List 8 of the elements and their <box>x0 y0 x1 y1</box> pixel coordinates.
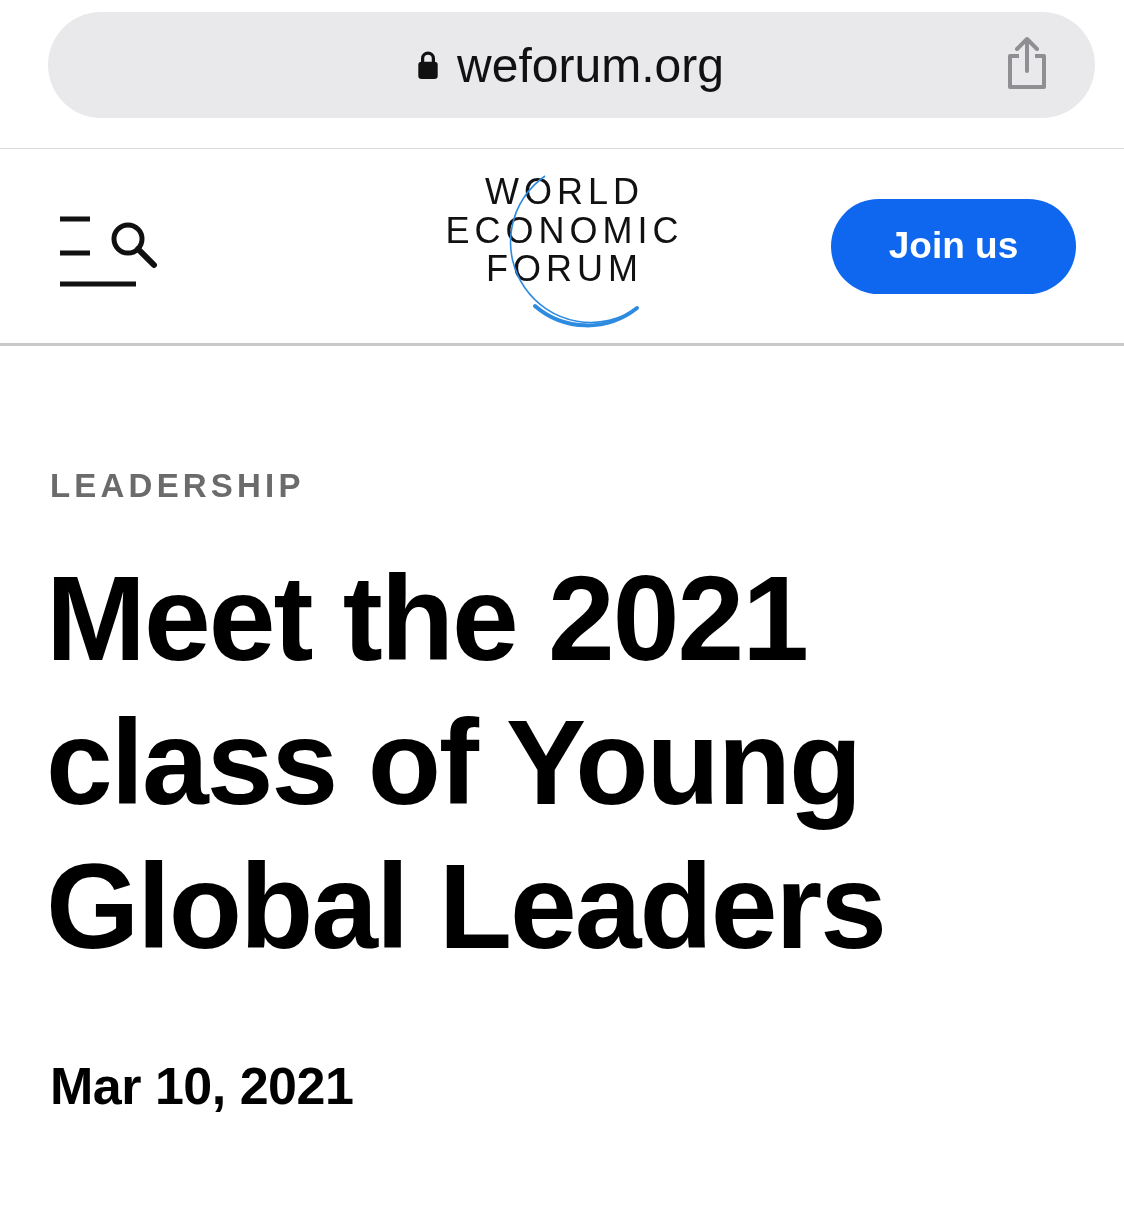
publish-date: Mar 10, 2021 <box>50 1056 354 1116</box>
url-text: weforum.org <box>457 37 724 93</box>
address-bar[interactable]: weforum.org <box>48 12 1095 118</box>
share-icon[interactable] <box>1005 36 1049 90</box>
menu-search-icon[interactable] <box>60 215 158 287</box>
article-title: Meet the 2021 class of Young Global Leaders <box>46 550 885 975</box>
join-us-button[interactable]: Join us <box>831 198 1076 294</box>
category-label[interactable]: LEADERSHIP <box>50 466 305 506</box>
